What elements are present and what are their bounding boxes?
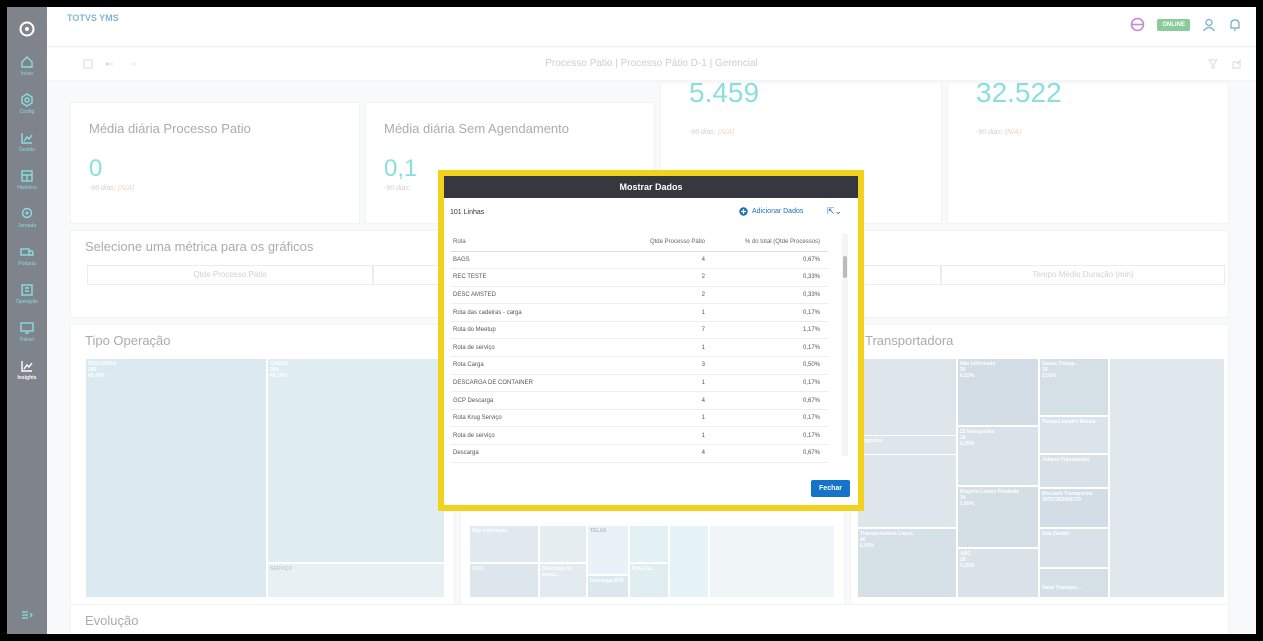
data-table: Rota Qtde Processo Pátio % do total (Qtd… xyxy=(450,234,828,463)
cell-rota: DESC AMSTED xyxy=(450,286,615,305)
add-data-button[interactable]: Adicionar Dados xyxy=(739,207,803,216)
row-count: 101 Linhas xyxy=(450,209,485,216)
cell-pct: 1,17% xyxy=(713,321,828,340)
cell-qtde: 1 xyxy=(615,409,713,428)
table-row: Rota de serviço 1 0,17% xyxy=(450,426,828,446)
cell-rota: Rota Carga xyxy=(450,356,615,375)
cell-qtde: 2 xyxy=(615,268,713,287)
cell-qtde: 4 xyxy=(615,391,713,410)
cell-qtde: 2 xyxy=(615,286,713,305)
mostrar-dados-modal: Mostrar Dados 101 Linhas Adicionar Dados… xyxy=(438,170,864,511)
table-row: DESC AMSTED 2 0,33% xyxy=(450,286,828,305)
export-icon[interactable]: ⇱⌄ xyxy=(827,206,842,217)
app-window: Início Config Gestão Histórico Jornada P… xyxy=(7,7,1256,634)
cell-rota: Rota Krug Serviço xyxy=(450,409,615,428)
cell-pct: 0,17% xyxy=(713,426,828,446)
cell-qtde: 4 xyxy=(615,251,713,270)
scrollbar-thumb[interactable] xyxy=(843,256,847,278)
modal-title: Mostrar Dados xyxy=(444,176,858,198)
cell-rota: Rota das cadeiras - carga xyxy=(450,303,615,322)
cell-rota: Rota do Meetup xyxy=(450,321,615,340)
cell-rota: Descarga xyxy=(450,444,615,463)
cell-qtde: 7 xyxy=(615,321,713,340)
table-row: Descarga 4 0,67% xyxy=(450,444,828,463)
plus-circle-icon xyxy=(739,207,748,216)
cell-qtde: 3 xyxy=(615,356,713,375)
cell-pct: 0,17% xyxy=(713,303,828,322)
table-row: GCP Descarga 4 0,67% xyxy=(450,391,828,410)
cell-pct: 0,33% xyxy=(713,268,828,287)
cell-rota: BAGS xyxy=(450,251,615,270)
cell-qtde: 1 xyxy=(615,338,713,358)
column-header[interactable]: Rota xyxy=(450,234,615,252)
table-row: Rota Krug Serviço 1 0,17% xyxy=(450,409,828,428)
cell-qtde: 1 xyxy=(615,374,713,393)
table-row: REC TESTE 2 0,33% xyxy=(450,268,828,287)
table-row: Rota de serviço 1 0,17% xyxy=(450,338,828,358)
cell-rota: REC TESTE xyxy=(450,268,615,287)
cell-qtde: 1 xyxy=(615,426,713,446)
cell-rota: Rota de serviço xyxy=(450,426,615,446)
cell-pct: 0,67% xyxy=(713,444,828,463)
cell-pct: 0,17% xyxy=(713,338,828,358)
column-header[interactable]: % do total (Qtde Processos) xyxy=(713,234,828,252)
table-row: Rota das cadeiras - carga 1 0,17% xyxy=(450,303,828,322)
cell-pct: 0,50% xyxy=(713,356,828,375)
cell-rota: DESCARGA DE CONTAINER xyxy=(450,374,615,393)
cell-pct: 0,67% xyxy=(713,251,828,270)
cell-pct: 0,33% xyxy=(713,286,828,305)
table-row: Rota Carga 3 0,50% xyxy=(450,356,828,375)
table-row: Rota do Meetup 7 1,17% xyxy=(450,321,828,340)
cell-pct: 0,17% xyxy=(713,374,828,393)
cell-qtde: 1 xyxy=(615,303,713,322)
close-button[interactable]: Fechar xyxy=(811,480,850,497)
cell-rota: GCP Descarga xyxy=(450,391,615,410)
table-row: DESCARGA DE CONTAINER 1 0,17% xyxy=(450,374,828,393)
column-header[interactable]: Qtde Processo Pátio xyxy=(615,234,713,252)
cell-pct: 0,67% xyxy=(713,391,828,410)
table-scrollbar[interactable] xyxy=(842,234,848,456)
cell-rota: Rota de serviço xyxy=(450,338,615,358)
cell-qtde: 4 xyxy=(615,444,713,463)
table-header-row: Rota Qtde Processo Pátio % do total (Qtd… xyxy=(450,234,828,252)
table-row: BAGS 4 0,67% xyxy=(450,251,828,270)
cell-pct: 0,17% xyxy=(713,409,828,428)
